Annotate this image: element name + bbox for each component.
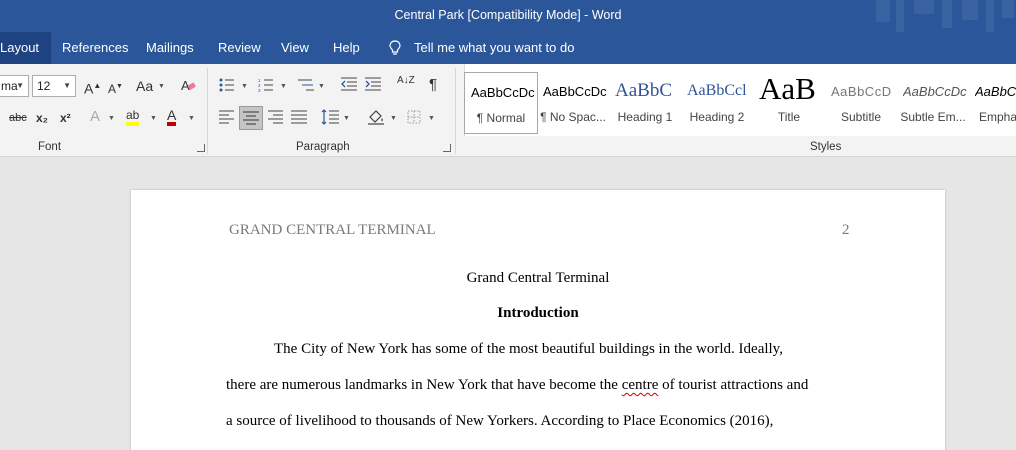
tab-review[interactable]: Review	[212, 32, 267, 64]
clear-formatting-icon[interactable]: A	[180, 77, 196, 93]
tab-layout[interactable]: Layout	[0, 32, 52, 64]
borders-icon[interactable]	[407, 110, 421, 124]
align-left-icon[interactable]	[219, 110, 235, 124]
style-subtle-emphasis[interactable]: AaBbCcDc Subtle Em...	[897, 72, 969, 132]
subscript-icon[interactable]: x₂	[36, 110, 48, 126]
ribbon-tabs: Layout References Mailings Review View H…	[0, 32, 1016, 64]
grow-font-icon[interactable]: A▲	[84, 78, 101, 97]
multilevel-list-icon[interactable]	[298, 78, 314, 92]
chevron-down-icon[interactable]: ▼	[188, 115, 195, 122]
font-size-box[interactable]: 12 ▼	[32, 75, 76, 97]
justify-icon[interactable]	[291, 110, 307, 124]
chevron-down-icon[interactable]: ▼	[390, 115, 397, 122]
font-group-label: Font	[38, 141, 62, 153]
increase-indent-icon[interactable]	[365, 77, 381, 92]
body-line-3: a source of livelihood to thousands of N…	[226, 413, 774, 429]
shading-icon[interactable]	[367, 109, 385, 125]
font-name-box[interactable]: ma ▼	[0, 75, 29, 97]
running-head: GRAND CENTRAL TERMINAL	[229, 222, 436, 238]
chevron-down-icon: ▼	[16, 81, 24, 90]
numbering-icon[interactable]: 1 2 3	[258, 78, 274, 92]
highlight-icon[interactable]: ab	[126, 108, 140, 126]
align-center-icon	[243, 111, 259, 125]
style-heading-1[interactable]: AaBbC Heading 1	[609, 72, 681, 132]
chevron-down-icon[interactable]: ▼	[241, 83, 248, 90]
document-page[interactable]: GRAND CENTRAL TERMINAL 2 Grand Central T…	[131, 190, 945, 450]
change-case-icon[interactable]: Aa	[136, 78, 153, 94]
strikethrough-icon[interactable]: abc	[9, 110, 27, 126]
title-bar-pattern	[866, 0, 1016, 32]
paragraph-group-label: Paragraph	[296, 141, 350, 153]
group-separator	[207, 68, 208, 154]
superscript-icon[interactable]: x²	[60, 110, 71, 126]
title-bar: Central Park [Compatibility Mode] - Word	[0, 0, 1016, 32]
font-dialog-launcher-icon[interactable]	[197, 144, 205, 152]
styles-group-label: Styles	[810, 141, 842, 153]
style-heading-2[interactable]: AaBbCcl Heading 2	[681, 72, 753, 132]
tell-me-search[interactable]: Tell me what you want to do	[408, 32, 580, 64]
bullets-icon[interactable]	[219, 78, 235, 92]
align-center-button[interactable]	[239, 106, 263, 130]
tab-references[interactable]: References	[56, 32, 134, 64]
chevron-down-icon[interactable]: ▼	[343, 115, 350, 122]
tab-help[interactable]: Help	[327, 32, 366, 64]
tab-view[interactable]: View	[275, 32, 315, 64]
style-title[interactable]: AaB Title	[753, 72, 825, 132]
chevron-down-icon[interactable]: ▼	[150, 115, 157, 122]
style-subtitle[interactable]: AaBbCcD Subtitle	[825, 72, 897, 132]
chevron-down-icon[interactable]: ▼	[108, 115, 115, 122]
decrease-indent-icon[interactable]	[341, 77, 357, 92]
misspelled-word[interactable]: centre	[622, 377, 659, 393]
pilcrow-icon[interactable]: ¶	[429, 77, 437, 93]
tab-mailings[interactable]: Mailings	[140, 32, 200, 64]
line-spacing-icon[interactable]	[321, 109, 339, 125]
sort-icon[interactable]: A↓Z	[397, 76, 415, 86]
style-no-spacing[interactable]: AaBbCcDc ¶ No Spac...	[537, 72, 609, 132]
group-separator	[455, 68, 456, 154]
align-right-icon[interactable]	[267, 110, 283, 124]
chevron-down-icon[interactable]: ▼	[280, 83, 287, 90]
ribbon: ma ▼ 12 ▼ A▲ A▼ Aa ▼ A abc x₂ x² A ▼ ab …	[0, 64, 1016, 157]
text-effects-icon[interactable]: A	[90, 109, 100, 125]
shrink-font-icon[interactable]: A▼	[108, 79, 123, 97]
lightbulb-icon	[389, 40, 401, 55]
document-title: Grand Central Terminal	[466, 270, 610, 286]
chevron-down-icon: ▼	[63, 81, 71, 90]
font-name-value: ma	[1, 79, 18, 93]
window-title: Central Park [Compatibility Mode] - Word	[394, 8, 622, 22]
paragraph-dialog-launcher-icon[interactable]	[443, 144, 451, 152]
body-line-1: The City of New York has some of the mos…	[274, 341, 783, 357]
body-line-2: there are numerous landmarks in New York…	[226, 377, 809, 393]
svg-text:3: 3	[258, 88, 261, 92]
font-size-value: 12	[37, 79, 51, 93]
chevron-down-icon[interactable]: ▼	[158, 83, 165, 90]
style-emphasis[interactable]: AaBbCc Empha	[969, 72, 1016, 132]
style-normal[interactable]: AaBbCcDc ¶ Normal	[464, 72, 538, 134]
chevron-down-icon[interactable]: ▼	[428, 115, 435, 122]
page-number: 2	[842, 222, 850, 238]
font-color-icon[interactable]: A	[167, 108, 177, 126]
chevron-down-icon[interactable]: ▼	[318, 83, 325, 90]
section-heading: Introduction	[497, 305, 579, 321]
